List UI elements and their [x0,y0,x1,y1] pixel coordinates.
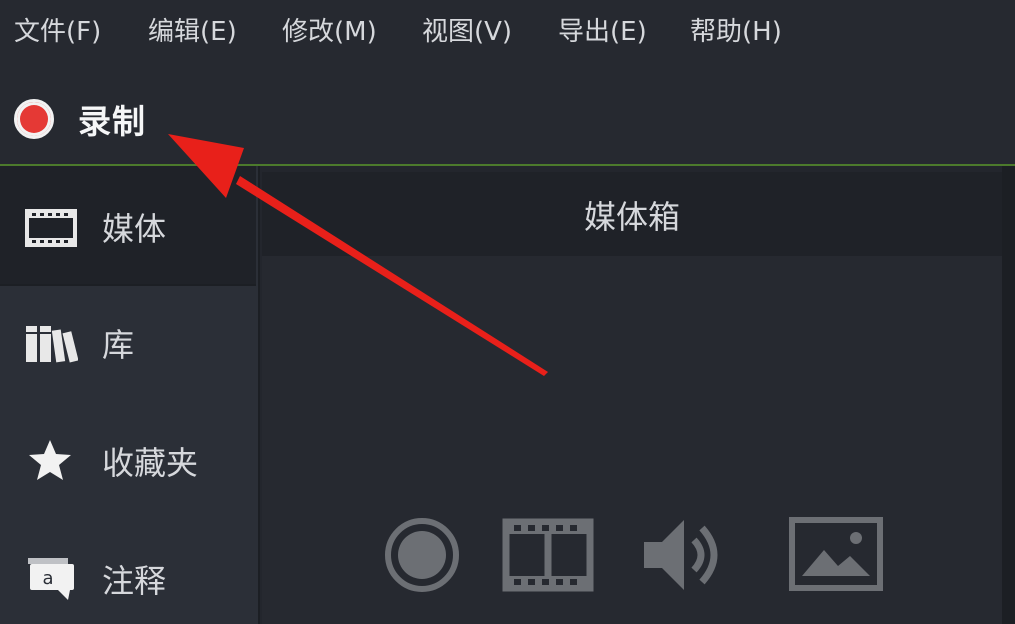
image-icon[interactable] [786,510,886,600]
menu-view[interactable]: 视图(V) [422,14,512,50]
app-window: 文件(F) 编辑(E) 修改(M) 视图(V) 导出(E) 帮助(H) 录制 媒… [0,0,1015,624]
sidebar: 媒体 库 收藏夹 a 注释 [0,166,260,624]
panel-header: 媒体箱 [262,172,1002,256]
panel-title: 媒体箱 [583,198,680,236]
menu-file[interactable]: 文件(F) [14,14,101,50]
menu-bar: 文件(F) 编辑(E) 修改(M) 视图(V) 导出(E) 帮助(H) [0,0,1015,64]
video-film-icon[interactable] [498,510,598,600]
sidebar-item-annotations[interactable]: a 注释 [0,522,256,624]
menu-export[interactable]: 导出(E) [558,14,647,50]
audio-speaker-icon[interactable] [634,510,734,600]
record-button[interactable]: 录制 [14,94,146,144]
toolbar: 录制 [0,64,1015,164]
sidebar-item-media[interactable]: 媒体 [0,166,256,284]
menu-help[interactable]: 帮助(H) [690,14,782,50]
sidebar-item-favorites[interactable]: 收藏夹 [0,404,256,522]
panel-scroll-edge [1002,166,1015,624]
record-label: 录制 [78,102,146,141]
svg-text:a: a [42,568,53,589]
annotation-bubble-icon: a [28,558,74,600]
record-dot-icon [14,99,54,139]
media-type-icons [262,510,1002,600]
star-icon [29,440,71,480]
sidebar-item-label: 收藏夹 [102,444,199,482]
sidebar-item-library[interactable]: 库 [0,286,256,404]
sidebar-item-label: 注释 [102,562,167,600]
menu-modify[interactable]: 修改(M) [282,14,377,50]
media-bin-panel: 媒体箱 [262,172,1002,624]
sidebar-item-label: 媒体 [102,210,167,248]
library-books-icon [26,326,78,363]
record-circle-icon[interactable] [372,510,472,600]
menu-edit[interactable]: 编辑(E) [148,14,237,50]
film-strip-icon [25,209,77,247]
sidebar-item-label: 库 [102,326,135,364]
